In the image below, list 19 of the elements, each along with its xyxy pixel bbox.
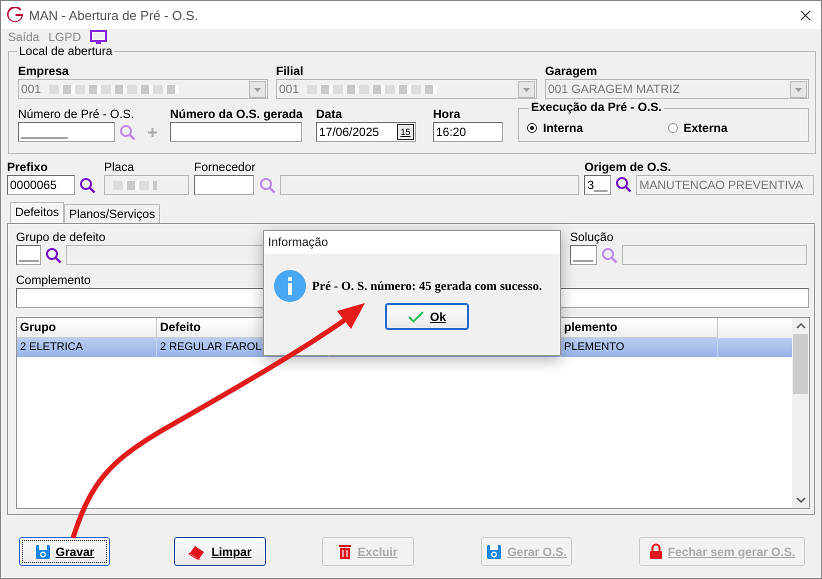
field-label: Garagem <box>545 64 598 79</box>
field-label: Número de Pré - O.S. <box>18 107 134 122</box>
field-label: Origem de O.S. <box>584 160 672 175</box>
field-label: Empresa <box>18 64 69 79</box>
group-title: Execução da Pré - O.S. <box>529 100 664 114</box>
window-title: MAN - Abertura de Pré - O.S. <box>29 8 198 22</box>
field-label: Grupo de defeito <box>16 230 106 245</box>
dialog-title: Informação <box>264 231 560 254</box>
field-label: Solução <box>570 230 614 245</box>
field-label: Prefixo <box>7 160 48 175</box>
field-label: Filial <box>276 64 304 79</box>
dialog-message: Pré - O. S. número: 45 gerada com sucesso. <box>312 278 542 294</box>
field-label: Número da O.S. gerada <box>170 107 303 122</box>
field-label: Hora <box>433 107 460 122</box>
field-label: Complemento <box>16 273 91 288</box>
group-title: Local de abertura <box>17 44 114 58</box>
field-label: Placa <box>104 160 134 175</box>
field-label: Data <box>316 107 342 122</box>
field-label: Fornecedor <box>194 160 256 175</box>
